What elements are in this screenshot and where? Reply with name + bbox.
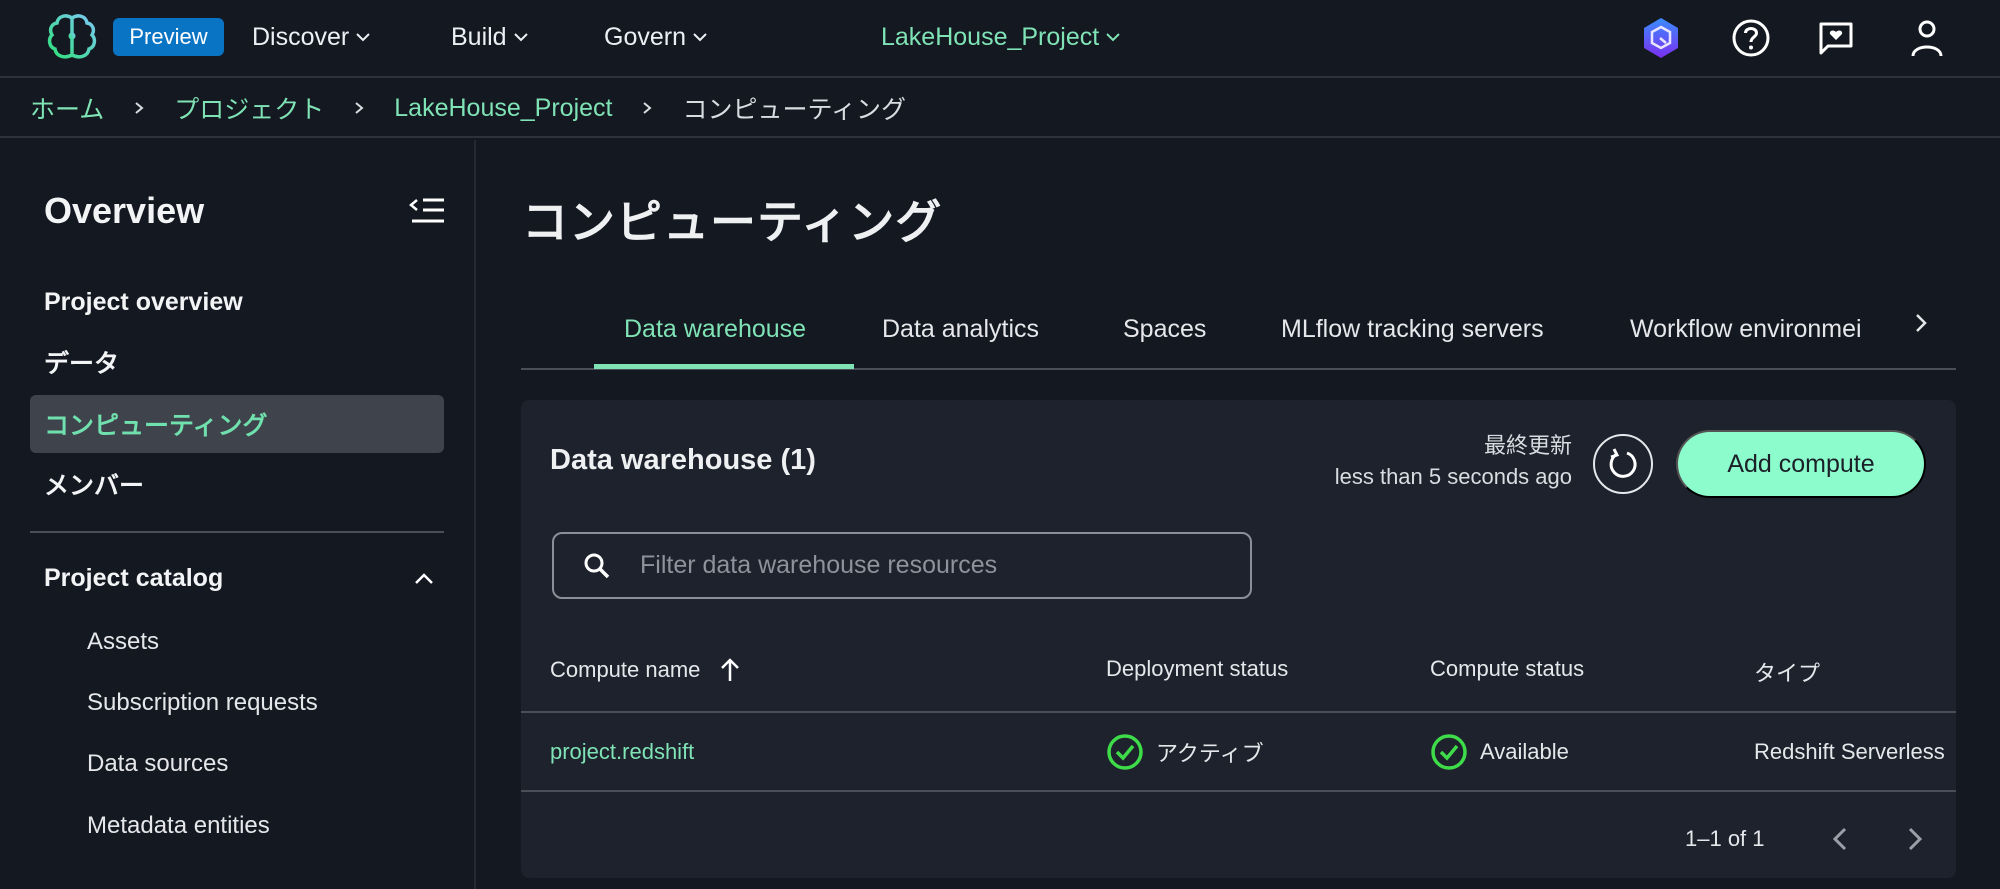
chevron-right-icon (355, 102, 364, 114)
sidebar-item-assets[interactable]: Assets (87, 622, 159, 662)
sidebar: Overview Project overview データ コンピューティング … (0, 140, 476, 889)
sidebar-subitem-label: Data sources (87, 750, 229, 777)
table-row-divider (521, 790, 1956, 792)
project-catalog-label: Project catalog (44, 563, 224, 592)
help-icon[interactable] (1727, 14, 1775, 62)
deployment-status-cell: アクティブ (1106, 734, 1264, 770)
refresh-button[interactable] (1593, 434, 1653, 494)
project-catalog-toggle[interactable]: Project catalog (44, 558, 434, 598)
nav-build-label: Build (451, 22, 507, 51)
search-icon (584, 553, 610, 578)
sidebar-item-compute[interactable]: コンピューティング (30, 395, 444, 453)
nav-discover-label: Discover (252, 22, 350, 51)
sidebar-item-project-overview[interactable]: Project overview (30, 273, 444, 331)
amazon-q-icon[interactable] (1637, 14, 1685, 62)
project-selector-label: LakeHouse_Project (881, 22, 1100, 51)
filter-input[interactable] (640, 551, 1220, 580)
last-updated-value: less than 5 seconds ago (1334, 464, 1572, 489)
nav-govern-label: Govern (604, 22, 686, 51)
column-header-label: タイプ (1754, 661, 1821, 686)
sidebar-item-label: Project overview (44, 287, 243, 316)
sidebar-title: Overview (44, 190, 205, 231)
chevron-right-icon (135, 102, 144, 114)
column-header-label: Compute name (550, 657, 701, 682)
sidebar-item-label: データ (44, 350, 120, 378)
breadcrumb: ホーム プロジェクト LakeHouse_Project コンピューティング (0, 80, 2000, 138)
column-header-label: Deployment status (1106, 656, 1289, 681)
collapse-sidebar-icon[interactable] (408, 194, 448, 230)
tabs-scroll-right-icon[interactable] (1907, 308, 1935, 338)
sidebar-item-label: コンピューティング (44, 412, 268, 440)
chevron-down-icon (356, 33, 370, 42)
sort-ascending-icon (721, 658, 740, 681)
sidebar-subitem-label: Assets (87, 628, 160, 655)
panel-title: Data warehouse (1) (550, 444, 816, 476)
preview-badge: Preview (113, 18, 224, 56)
check-circle-icon (1431, 734, 1467, 770)
last-updated: 最終更新 less than 5 seconds ago (1335, 430, 1572, 492)
sidebar-item-label: メンバー (44, 472, 145, 500)
chevron-down-icon (1106, 33, 1120, 42)
compute-status-cell: Available (1430, 734, 1569, 770)
chevron-down-icon (513, 33, 528, 42)
column-header-deployment-status[interactable]: Deployment status (1106, 656, 1288, 682)
chevron-right-icon (643, 102, 653, 114)
breadcrumb-home[interactable]: ホーム (30, 90, 104, 126)
column-header-label: Compute status (1430, 656, 1585, 681)
tab-data-analytics[interactable]: Data analytics (882, 306, 1039, 352)
refresh-icon (1609, 448, 1637, 478)
sidebar-divider (30, 531, 444, 533)
nav-discover-menu[interactable]: Discover (252, 18, 371, 56)
tab-workflow-environments[interactable]: Workflow environmei (1630, 306, 1862, 352)
check-circle-icon (1107, 734, 1143, 770)
pagination-text: 1–1 of 1 (1685, 826, 1765, 851)
breadcrumb-project[interactable]: LakeHouse_Project (394, 94, 612, 123)
compute-name-link[interactable]: project.redshift (550, 734, 694, 770)
top-navigation: Preview Discover Build Govern LakeHouse_… (0, 0, 2000, 78)
chevron-down-icon (693, 33, 707, 42)
filter-box (552, 532, 1252, 599)
deployment-status-text: アクティブ (1156, 741, 1264, 766)
tab-mlflow-tracking-servers[interactable]: MLflow tracking servers (1281, 306, 1544, 352)
type-cell: Redshift Serverless (1754, 739, 1945, 764)
sidebar-item-subscription-requests[interactable]: Subscription requests (87, 683, 318, 723)
next-page-icon[interactable] (1900, 822, 1930, 856)
sidebar-subitem-label: Metadata entities (87, 812, 270, 839)
last-updated-label: 最終更新 (1483, 433, 1572, 458)
brain-logo-icon[interactable] (44, 14, 100, 60)
table-header-divider (521, 711, 1956, 713)
column-header-compute-name[interactable]: Compute name (550, 656, 742, 684)
column-header-compute-status[interactable]: Compute status (1430, 656, 1584, 682)
previous-page-icon[interactable] (1825, 822, 1855, 856)
active-tab-indicator (594, 364, 854, 369)
sidebar-item-members[interactable]: メンバー (30, 455, 444, 513)
page-title: コンピューティング (522, 196, 943, 248)
tab-data-warehouse[interactable]: Data warehouse (624, 306, 806, 352)
sidebar-item-data-sources[interactable]: Data sources (87, 744, 228, 784)
compute-status-text: Available (1480, 739, 1569, 764)
breadcrumb-projects[interactable]: プロジェクト (174, 90, 324, 126)
feedback-icon[interactable] (1812, 14, 1860, 62)
breadcrumb-current: コンピューティング (682, 96, 906, 124)
add-compute-button[interactable]: Add compute (1676, 430, 1926, 498)
user-icon[interactable] (1903, 14, 1951, 62)
nav-govern-menu[interactable]: Govern (604, 18, 708, 56)
compute-tabs: Data warehouse Data analytics Spaces MLf… (521, 296, 1956, 370)
chevron-up-icon (415, 573, 433, 584)
nav-build-menu[interactable]: Build (451, 18, 529, 56)
tab-spaces[interactable]: Spaces (1123, 306, 1206, 352)
column-header-type[interactable]: タイプ (1754, 656, 1820, 688)
sidebar-item-metadata-entities[interactable]: Metadata entities (87, 806, 270, 846)
sidebar-subitem-label: Subscription requests (87, 689, 318, 716)
sidebar-item-data[interactable]: データ (30, 333, 444, 391)
project-selector[interactable]: LakeHouse_Project (881, 18, 1121, 56)
